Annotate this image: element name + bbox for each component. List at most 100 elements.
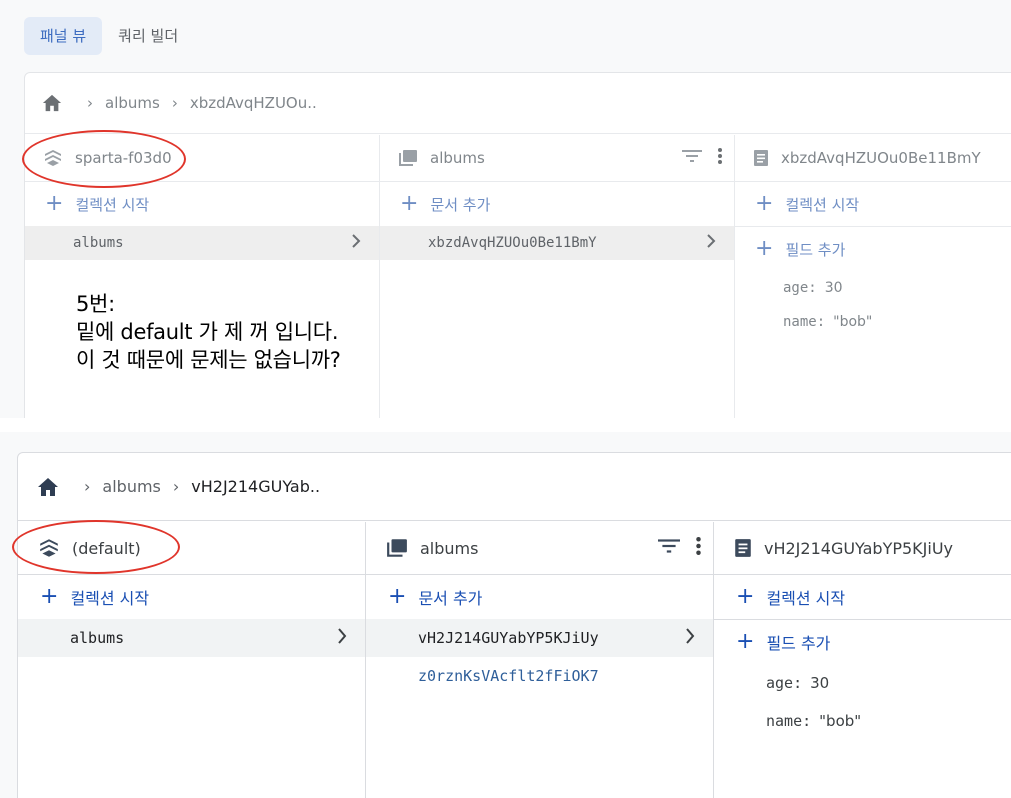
annotation-note: 5번: 밑에 default 가 제 꺼 입니다. 이 것 때문에 문제는 없습… <box>76 290 341 374</box>
collection-column: albums + 문서 추가 vH2J214GUYabYP5KJiUy z0rz… <box>366 522 714 798</box>
start-collection-button[interactable]: + 컬렉션 시작 <box>18 575 365 619</box>
add-document-label: 문서 추가 <box>418 589 483 608</box>
start-subcollection-button[interactable]: + 컬렉션 시작 <box>714 575 1011 619</box>
add-document-label: 문서 추가 <box>430 195 491 214</box>
bottom-screenshot: › albums › vH2J214GUYab.. (default) + 컬렉… <box>0 432 1011 798</box>
document-field[interactable]: name: "bob" <box>714 702 1011 740</box>
field-key: age: <box>783 280 817 296</box>
plus-icon: + <box>45 191 64 216</box>
database-column: sparta-f03d0 + 컬렉션 시작 albums <box>25 135 380 418</box>
breadcrumb-collection[interactable]: albums <box>102 477 160 496</box>
breadcrumb: › albums › vH2J214GUYab.. <box>18 453 1011 521</box>
document-field[interactable]: name: "bob" <box>735 305 1011 339</box>
add-field-label: 필드 추가 <box>766 634 831 653</box>
collection-column: albums + 문서 추가 xbzdAvqHZUOu0Be11BmY <box>380 135 735 418</box>
note-line: 5번: <box>76 292 115 316</box>
add-document-button[interactable]: + 문서 추가 <box>366 575 713 619</box>
filter-icon[interactable] <box>682 149 702 167</box>
start-collection-label: 컬렉션 시작 <box>70 589 150 608</box>
document-id: xbzdAvqHZUOu0Be11BmY <box>428 235 597 251</box>
database-column: (default) + 컬렉션 시작 albums <box>18 522 366 798</box>
field-value: 30 <box>810 674 830 692</box>
document-title: vH2J214GUYabYP5KJiUy <box>764 538 954 558</box>
chevron-right-icon <box>351 234 361 252</box>
add-field-button[interactable]: + 필드 추가 <box>735 226 1011 271</box>
field-value: 30 <box>824 280 843 296</box>
list-item[interactable]: albums <box>25 226 379 260</box>
add-document-button[interactable]: + 문서 추가 <box>380 182 734 226</box>
note-line: 밑에 default 가 제 꺼 입니다. <box>76 320 339 344</box>
document-icon <box>734 538 752 558</box>
chevron-right-icon: › <box>87 94 93 112</box>
breadcrumb-collection[interactable]: albums <box>105 94 160 112</box>
home-icon[interactable] <box>36 476 60 498</box>
plus-icon: + <box>736 584 755 609</box>
top-screenshot: 패널 뷰 쿼리 빌더 › albums › xbzdAvqHZUOu.. spa… <box>0 0 1011 418</box>
add-field-button[interactable]: + 필드 추가 <box>714 619 1011 664</box>
database-header: (default) <box>18 522 365 575</box>
field-value: "bob" <box>833 314 873 330</box>
document-column: xbzdAvqHZUOu0Be11BmY + 컬렉션 시작 + 필드 추가 ag… <box>735 135 1011 418</box>
field-key: name: <box>766 712 812 730</box>
filter-icon[interactable] <box>658 538 680 558</box>
list-item[interactable]: albums <box>18 619 365 657</box>
chevron-right-icon <box>706 234 716 252</box>
start-subcollection-button[interactable]: + 컬렉션 시작 <box>735 182 1011 226</box>
tab-query-builder[interactable]: 쿼리 빌더 <box>102 17 194 55</box>
chevron-right-icon <box>337 628 347 648</box>
field-key: name: <box>783 314 826 330</box>
field-value: "bob" <box>819 712 862 730</box>
plus-icon: + <box>400 191 419 216</box>
document-header: vH2J214GUYabYP5KJiUy <box>714 522 1011 575</box>
chevron-right-icon <box>685 628 695 648</box>
home-icon[interactable] <box>41 93 63 113</box>
collection-header: albums <box>366 522 713 575</box>
collection-icon <box>386 538 408 558</box>
plus-icon: + <box>755 191 774 216</box>
firestore-icon <box>38 538 60 558</box>
note-line: 이 것 때문에 문제는 없습니까? <box>76 348 341 372</box>
document-icon <box>753 149 769 167</box>
plus-icon: + <box>40 584 59 609</box>
list-item[interactable]: z0rznKsVAcflt2fFiOK7 <box>366 657 713 695</box>
data-panel: › albums › vH2J214GUYab.. (default) + 컬렉… <box>17 452 1011 798</box>
view-tabs: 패널 뷰 쿼리 빌더 <box>24 17 194 55</box>
collection-name: albums <box>73 235 124 251</box>
document-id: z0rznKsVAcflt2fFiOK7 <box>418 667 599 685</box>
document-field[interactable]: age: 30 <box>714 664 1011 702</box>
plus-icon: + <box>736 629 755 654</box>
collection-title: albums <box>430 149 485 167</box>
database-title: (default) <box>72 538 141 558</box>
document-field[interactable]: age: 30 <box>735 271 1011 305</box>
breadcrumb: › albums › xbzdAvqHZUOu.. <box>25 73 1011 134</box>
firestore-icon <box>43 149 63 167</box>
list-item[interactable]: vH2J214GUYabYP5KJiUy <box>366 619 713 657</box>
more-vert-icon[interactable] <box>718 148 722 168</box>
more-vert-icon[interactable] <box>696 537 701 559</box>
chevron-right-icon: › <box>172 477 180 496</box>
document-column: vH2J214GUYabYP5KJiUy + 컬렉션 시작 + 필드 추가 ag… <box>714 522 1011 798</box>
document-header: xbzdAvqHZUOu0Be11BmY <box>735 135 1011 182</box>
collection-icon <box>398 149 418 167</box>
chevron-right-icon: › <box>171 94 178 112</box>
database-header: sparta-f03d0 <box>25 135 379 182</box>
collection-title: albums <box>420 538 479 558</box>
breadcrumb-document[interactable]: vH2J214GUYab.. <box>191 477 320 496</box>
plus-icon: + <box>755 236 774 261</box>
start-collection-label: 컬렉션 시작 <box>75 195 150 214</box>
tab-panel-view[interactable]: 패널 뷰 <box>24 17 103 55</box>
collection-name: albums <box>70 629 125 647</box>
chevron-right-icon: › <box>84 477 91 496</box>
start-collection-button[interactable]: + 컬렉션 시작 <box>25 182 379 226</box>
breadcrumb-document[interactable]: xbzdAvqHZUOu.. <box>190 94 317 112</box>
start-subcollection-label: 컬렉션 시작 <box>785 195 860 214</box>
start-subcollection-label: 컬렉션 시작 <box>766 589 846 608</box>
collection-header: albums <box>380 135 734 182</box>
document-title: xbzdAvqHZUOu0Be11BmY <box>781 149 981 167</box>
document-id: vH2J214GUYabYP5KJiUy <box>418 629 599 647</box>
plus-icon: + <box>388 584 407 609</box>
field-key: age: <box>766 674 803 692</box>
add-field-label: 필드 추가 <box>785 240 846 259</box>
database-title: sparta-f03d0 <box>75 149 172 167</box>
list-item[interactable]: xbzdAvqHZUOu0Be11BmY <box>380 226 734 260</box>
